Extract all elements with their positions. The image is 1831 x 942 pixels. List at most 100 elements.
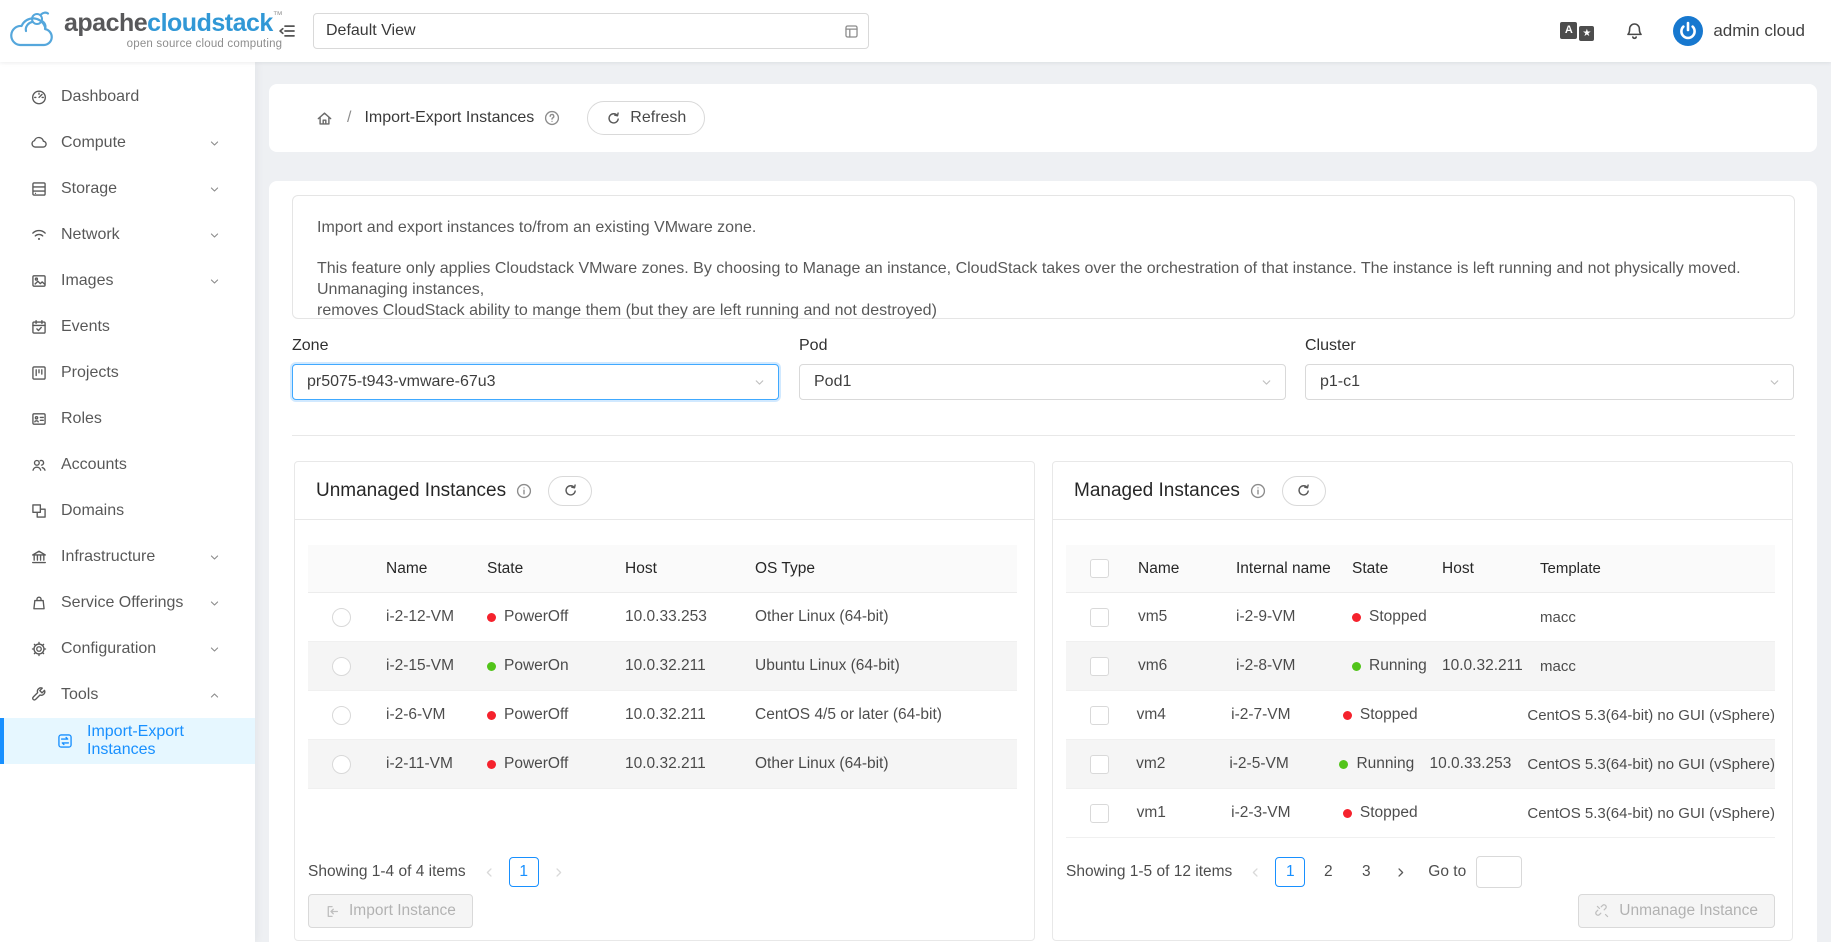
description-line-2: This feature only applies Cloudstack VMw… [317,258,1770,300]
sidebar-item-import-export-instances[interactable]: Import-Export Instances [0,718,255,764]
dashboard-icon [30,88,48,106]
import-export-icon [56,732,74,750]
table-row: i-2-6-VM PowerOff 10.0.32.211 CentOS 4/5… [308,691,1017,740]
page-button-1[interactable]: 1 [1275,857,1305,887]
row-checkbox[interactable] [1090,706,1109,725]
unmanaged-pagination: Showing 1-4 of 4 items 1 [308,856,1017,888]
goto-label: Go to [1428,863,1466,881]
managed-reload-button[interactable] [1282,476,1326,506]
calendar-icon [30,318,48,336]
sidebar-item-tools[interactable]: Tools [0,672,255,718]
disconnect-icon [1595,904,1610,919]
unmanaged-table: Name State Host OS Type i-2-12-VM PowerO… [308,545,1017,789]
chevron-down-icon [209,552,220,563]
chevron-down-icon [1260,376,1273,389]
zone-filter: Zone pr5075-t943-vmware-67u3 [292,337,779,400]
user-avatar[interactable] [1673,16,1703,46]
row-checkbox[interactable] [1090,657,1109,676]
unmanage-instance-button[interactable]: Unmanage Instance [1578,894,1775,928]
table-row: i-2-15-VM PowerOn 10.0.32.211 Ubuntu Lin… [308,642,1017,691]
status-dot [1343,809,1352,818]
sidebar-item-dashboard[interactable]: Dashboard [0,74,255,120]
row-radio[interactable] [332,755,351,774]
sidebar-item-configuration[interactable]: Configuration [0,626,255,672]
prev-page-icon[interactable] [1249,866,1262,879]
status-dot [1343,711,1352,720]
sidebar-item-projects[interactable]: Projects [0,350,255,396]
view-selector-input[interactable] [313,13,869,49]
sidebar-item-accounts[interactable]: Accounts [0,442,255,488]
network-wifi-icon [30,226,48,244]
page-button-2[interactable]: 2 [1313,857,1343,887]
info-circle-icon[interactable] [515,482,533,500]
sidebar-item-storage[interactable]: Storage [0,166,255,212]
home-icon[interactable] [315,109,334,128]
view-selector [313,13,869,49]
pagination-summary: Showing 1-5 of 12 items [1066,863,1232,881]
cluster-filter: Cluster p1-c1 [1305,337,1794,400]
unmanaged-reload-button[interactable] [548,476,592,506]
table-row: i-2-12-VM PowerOff 10.0.33.253 Other Lin… [308,593,1017,642]
page-button-1[interactable]: 1 [509,857,539,887]
row-radio[interactable] [332,706,351,725]
row-radio[interactable] [332,657,351,676]
storage-icon [30,180,48,198]
status-dot [487,662,496,671]
managed-table-header: Name Internal name State Host Template [1066,545,1775,593]
sidebar-nav: Dashboard Compute Storage Network Images… [0,62,255,942]
row-checkbox[interactable] [1090,804,1109,823]
translate-icon[interactable]: A ★ [1560,22,1594,41]
breadcrumb-current: Import-Export Instances [364,109,534,127]
managed-pagination: Showing 1-5 of 12 items 1 2 3 Go to [1066,856,1775,888]
row-checkbox[interactable] [1090,608,1109,627]
chevron-down-icon [209,644,220,655]
user-name[interactable]: admin cloud [1713,21,1805,41]
sidebar-item-domains[interactable]: Domains [0,488,255,534]
sidebar-item-infrastructure[interactable]: Infrastructure [0,534,255,580]
prev-page-icon[interactable] [483,866,496,879]
table-row: i-2-11-VM PowerOff 10.0.32.211 Other Lin… [308,740,1017,789]
sidebar-item-compute[interactable]: Compute [0,120,255,166]
sidebar-item-roles[interactable]: Roles [0,396,255,442]
import-icon [325,904,340,919]
zone-select[interactable]: pr5075-t943-vmware-67u3 [292,364,779,400]
images-icon [30,272,48,290]
menu-fold-icon[interactable] [277,21,297,41]
cluster-label: Cluster [1305,337,1794,355]
table-row: vm5 i-2-9-VM Stopped macc [1066,593,1775,642]
chevron-down-icon [209,138,220,149]
sidebar-item-events[interactable]: Events [0,304,255,350]
managed-instances-panel: Managed Instances Name Internal name Sta… [1052,461,1793,941]
unmanaged-table-header: Name State Host OS Type [308,545,1017,593]
page-button-3[interactable]: 3 [1351,857,1381,887]
goto-page-input[interactable] [1476,856,1522,888]
row-checkbox[interactable] [1090,755,1109,774]
question-circle-icon[interactable] [543,109,561,127]
info-circle-icon[interactable] [1249,482,1267,500]
project-view-icon[interactable] [843,23,860,40]
bank-icon [30,548,48,566]
import-instance-button[interactable]: Import Instance [308,894,473,928]
chevron-down-icon [1768,376,1781,389]
brand-tagline: open source cloud computing [64,39,282,51]
refresh-button[interactable]: Refresh [587,101,705,135]
idcard-icon [30,410,48,428]
cloud-icon [30,134,48,152]
sidebar-item-network[interactable]: Network [0,212,255,258]
select-all-checkbox[interactable] [1090,559,1109,578]
pod-label: Pod [799,337,1286,355]
row-radio[interactable] [332,608,351,627]
next-page-icon[interactable] [1394,866,1407,879]
pod-select[interactable]: Pod1 [799,364,1286,400]
sidebar-item-images[interactable]: Images [0,258,255,304]
domains-icon [30,502,48,520]
cluster-select[interactable]: p1-c1 [1305,364,1794,400]
table-row: vm2 i-2-5-VM Running 10.0.33.253 CentOS … [1066,740,1775,789]
bell-icon[interactable] [1624,21,1645,42]
shopping-bag-icon [30,594,48,612]
managed-table: Name Internal name State Host Template v… [1066,545,1775,838]
description-line-1: Import and export instances to/from an e… [317,217,1770,238]
sidebar-item-service-offerings[interactable]: Service Offerings [0,580,255,626]
next-page-icon[interactable] [552,866,565,879]
unmanaged-panel-title: Unmanaged Instances [316,480,506,502]
